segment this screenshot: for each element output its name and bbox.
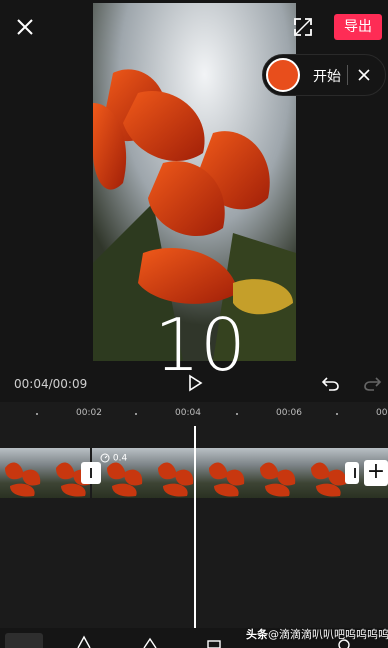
- playhead[interactable]: [194, 426, 196, 628]
- divider: [347, 65, 348, 85]
- record-button[interactable]: [266, 58, 300, 92]
- ruler-dot: [36, 413, 38, 415]
- ruler-label: 00:0: [376, 408, 388, 418]
- record-control: 开始: [262, 54, 386, 96]
- ruler-label: 00:02: [76, 408, 102, 418]
- ruler-dot: [336, 413, 338, 415]
- countdown-number: 10: [154, 303, 246, 387]
- speed-icon: [100, 453, 110, 463]
- watermark-text: @滴滴滴叭叭吧呜呜呜呜: [268, 628, 388, 641]
- undo-icon[interactable]: [321, 374, 341, 392]
- fullscreen-icon[interactable]: [292, 16, 314, 38]
- playback-time: 00:04/00:09: [14, 377, 88, 391]
- speed-badge: 0.4: [100, 453, 127, 464]
- clip-trim-handle-right[interactable]: [345, 462, 359, 484]
- record-start-label[interactable]: 开始: [313, 66, 341, 86]
- watermark: 头条@滴滴滴叭叭吧呜呜呜呜: [246, 626, 388, 642]
- export-button[interactable]: 导出: [334, 14, 382, 40]
- clip-trim-handle-left[interactable]: [81, 462, 101, 484]
- close-icon[interactable]: [14, 16, 36, 38]
- edit-icon[interactable]: [72, 631, 100, 648]
- toolbar-selected-tool[interactable]: [5, 633, 43, 648]
- add-clip-button[interactable]: +: [364, 460, 388, 486]
- speed-value: 0.4: [112, 453, 128, 464]
- ruler-dot: [236, 413, 238, 415]
- editor-screen: 导出 开始 10 00:04/00:09 00:02 00:04 00:06 0…: [0, 0, 388, 648]
- play-icon[interactable]: [186, 374, 204, 392]
- audio-icon[interactable]: [136, 631, 164, 648]
- watermark-prefix: 头条: [246, 628, 268, 641]
- time-ruler: 00:02 00:04 00:06 00:0: [0, 402, 388, 424]
- text-icon[interactable]: [200, 631, 228, 648]
- redo-icon[interactable]: [362, 374, 382, 392]
- ruler-dot: [135, 413, 137, 415]
- ruler-label: 00:04: [175, 408, 201, 418]
- ruler-label: 00:06: [276, 408, 302, 418]
- close-icon[interactable]: [356, 67, 372, 83]
